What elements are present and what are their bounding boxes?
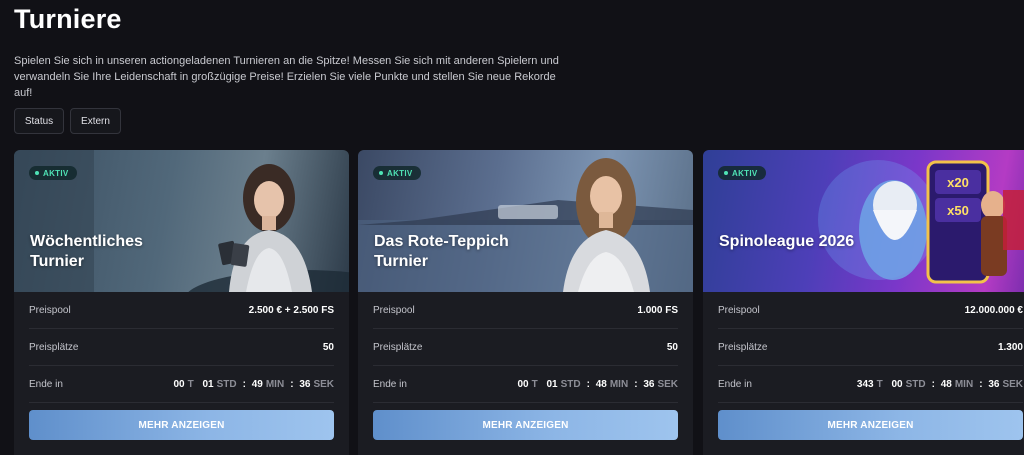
prize-pool-row: Preispool 12.000.000 €	[718, 292, 1023, 329]
show-more-button[interactable]: MEHR ANZEIGEN	[373, 410, 678, 440]
tournament-card[interactable]: x20 x50 AKTIV Spinoleague 2026 Preispool…	[703, 150, 1024, 455]
prize-pool-row: Preispool 1.000 FS	[373, 292, 678, 329]
seconds-unit: SEK	[657, 378, 678, 390]
countdown: 00 T 01 STD: 48 MIN: 36 SEK	[517, 379, 678, 390]
status-dot-icon	[379, 171, 383, 175]
status-badge: AKTIV	[29, 166, 77, 180]
prize-pool-value: 1.000 FS	[637, 304, 678, 316]
countdown-days: 00	[517, 378, 529, 390]
minutes-unit: MIN	[609, 378, 629, 390]
tournament-details: Preispool 2.500 € + 2.500 FS Preisplätze…	[14, 292, 349, 440]
countdown-seconds: 36	[299, 378, 311, 390]
countdown-seconds: 36	[643, 378, 655, 390]
prize-pool-label: Preispool	[373, 304, 415, 316]
tournament-hero-image: AKTIV Wöchentliches Turnier	[14, 150, 349, 292]
hours-unit: STD	[216, 378, 237, 390]
countdown-minutes: 48	[940, 378, 952, 390]
page-intro: Spielen Sie sich in unseren actiongelade…	[14, 53, 574, 101]
tournament-title: Das Rote-Teppich Turnier	[374, 233, 509, 270]
tournament-hero-image: x20 x50 AKTIV Spinoleague 2026	[703, 150, 1024, 292]
days-unit: T	[531, 378, 538, 390]
places-row: Preisplätze 1.300	[718, 329, 1023, 366]
tournament-card[interactable]: AKTIV Wöchentliches Turnier Preispool 2.…	[14, 150, 349, 455]
tournament-title: Spinoleague 2026	[719, 233, 855, 250]
ends-in-label: Ende in	[373, 378, 407, 390]
countdown: 343 T 00 STD: 48 MIN: 36 SEK	[857, 379, 1023, 390]
colon: :	[290, 378, 294, 390]
status-badge-label: AKTIV	[387, 168, 413, 178]
ends-in-label: Ende in	[29, 378, 63, 390]
prize-pool-value: 12.000.000 €	[964, 304, 1023, 316]
prize-pool-label: Preispool	[29, 304, 71, 316]
countdown-minutes: 48	[595, 378, 607, 390]
prize-pool-label: Preispool	[718, 304, 760, 316]
tournament-details: Preispool 1.000 FS Preisplätze 50 Ende i…	[358, 292, 693, 440]
countdown-minutes: 49	[251, 378, 263, 390]
colon: :	[931, 378, 935, 390]
colon: :	[242, 378, 246, 390]
countdown-hours: 00	[891, 378, 903, 390]
countdown-hours: 01	[202, 378, 214, 390]
intro-line: verwandeln Sie Ihre Leidenschaft in groß…	[14, 71, 556, 99]
colon: :	[979, 378, 983, 390]
places-row: Preisplätze 50	[29, 329, 334, 366]
countdown-row: Ende in 00 T 01 STD: 48 MIN: 36 SEK	[373, 366, 678, 403]
status-dot-icon	[35, 171, 39, 175]
countdown-row: Ende in 00 T 01 STD: 49 MIN: 36 SEK	[29, 366, 334, 403]
days-unit: T	[876, 378, 883, 390]
prize-pool-value: 2.500 € + 2.500 FS	[248, 304, 334, 316]
countdown-days: 343	[856, 378, 874, 390]
status-badge-label: AKTIV	[732, 168, 758, 178]
tournament-card[interactable]: AKTIV Das Rote-Teppich Turnier Preispool…	[358, 150, 693, 455]
minutes-unit: MIN	[954, 378, 974, 390]
places-value: 50	[666, 341, 678, 353]
countdown-days: 00	[173, 378, 185, 390]
tournament-title: Wöchentliches Turnier	[30, 233, 143, 270]
ends-in-label: Ende in	[718, 378, 752, 390]
seconds-unit: SEK	[313, 378, 334, 390]
prize-pool-row: Preispool 2.500 € + 2.500 FS	[29, 292, 334, 329]
minutes-unit: MIN	[265, 378, 285, 390]
tournament-details: Preispool 12.000.000 € Preisplätze 1.300…	[703, 292, 1024, 440]
countdown-hours: 01	[546, 378, 558, 390]
hours-unit: STD	[560, 378, 581, 390]
hours-unit: STD	[905, 378, 926, 390]
page-title: Turniere	[14, 4, 122, 34]
status-dot-icon	[724, 171, 728, 175]
tournament-list: AKTIV Wöchentliches Turnier Preispool 2.…	[14, 150, 1024, 455]
places-label: Preisplätze	[718, 341, 768, 353]
days-unit: T	[187, 378, 194, 390]
countdown-row: Ende in 343 T 00 STD: 48 MIN: 36 SEK	[718, 366, 1023, 403]
seconds-unit: SEK	[1002, 378, 1023, 390]
hero-multiplier-x20: x20	[947, 175, 969, 190]
countdown: 00 T 01 STD: 49 MIN: 36 SEK	[173, 379, 334, 390]
status-badge: AKTIV	[718, 166, 766, 180]
places-value: 50	[322, 341, 334, 353]
filter-status-button[interactable]: Status	[14, 108, 64, 134]
places-row: Preisplätze 50	[373, 329, 678, 366]
places-value: 1.300	[997, 341, 1023, 353]
filter-bar: Status Extern	[14, 108, 121, 134]
intro-line: Spielen Sie sich in unseren actiongelade…	[14, 55, 559, 67]
show-more-button[interactable]: MEHR ANZEIGEN	[718, 410, 1023, 440]
places-label: Preisplätze	[29, 341, 79, 353]
tournament-hero-image: AKTIV Das Rote-Teppich Turnier	[358, 150, 693, 292]
hero-multiplier-x50: x50	[947, 203, 969, 218]
countdown-seconds: 36	[988, 378, 1000, 390]
status-badge-label: AKTIV	[43, 168, 69, 178]
places-label: Preisplätze	[373, 341, 423, 353]
colon: :	[586, 378, 590, 390]
colon: :	[634, 378, 638, 390]
filter-extern-button[interactable]: Extern	[70, 108, 121, 134]
status-badge: AKTIV	[373, 166, 421, 180]
show-more-button[interactable]: MEHR ANZEIGEN	[29, 410, 334, 440]
